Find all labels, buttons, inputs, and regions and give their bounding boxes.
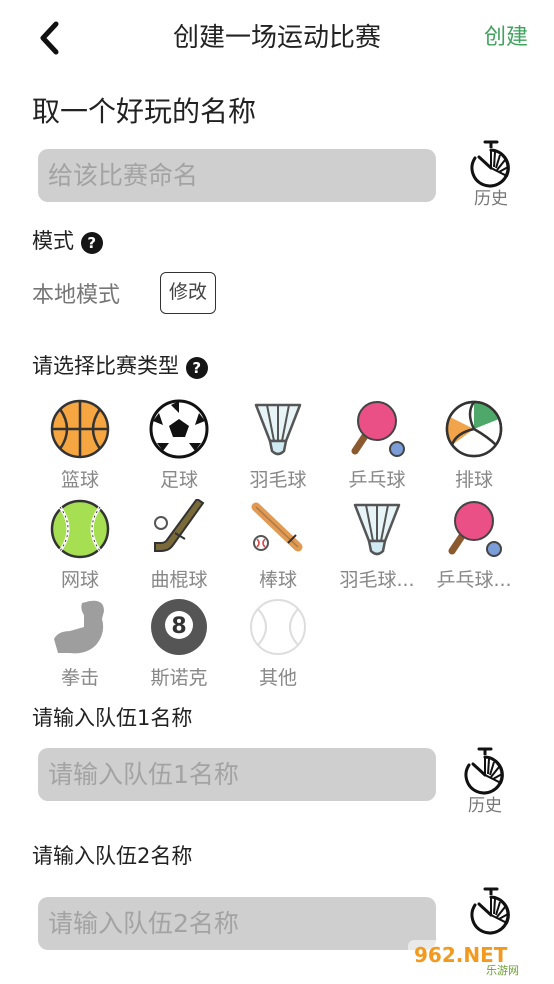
sport-label: 其他 bbox=[258, 667, 297, 689]
create-button[interactable]: 创建 bbox=[484, 20, 528, 56]
mode-label: 模式 ? bbox=[32, 226, 103, 256]
page-title: 创建一场运动比赛 bbox=[172, 23, 381, 53]
sport-soccer[interactable]: 足球 bbox=[129, 399, 229, 495]
other-ball-icon bbox=[250, 599, 306, 655]
team1-label: 请输入队伍1名称 bbox=[32, 706, 193, 730]
history-label: 历史 bbox=[474, 189, 508, 209]
sport-label: 篮球 bbox=[60, 469, 99, 491]
baseball-icon bbox=[251, 502, 303, 552]
mode-value: 本地模式 bbox=[32, 283, 121, 308]
stopwatch-icon bbox=[464, 747, 504, 795]
sport-label: 乒乓球 bbox=[348, 469, 406, 491]
sport-label: 棒球 bbox=[258, 569, 297, 591]
sport-label: 羽毛球... bbox=[339, 569, 415, 591]
volleyball-icon bbox=[445, 400, 503, 458]
match-name-input[interactable] bbox=[38, 149, 436, 202]
tennis-ball-icon bbox=[50, 499, 110, 559]
sport-volleyball[interactable]: 排球 bbox=[424, 399, 524, 495]
shuttlecock-icon bbox=[254, 403, 302, 456]
sport-label: 排球 bbox=[454, 469, 493, 491]
team1-history-button[interactable]: 历史 bbox=[455, 745, 515, 816]
ping-pong-icon bbox=[351, 401, 405, 457]
hockey-icon bbox=[154, 499, 205, 552]
name-heading: 取一个好玩的名称 bbox=[32, 95, 257, 128]
modify-mode-button[interactable]: 修改 bbox=[160, 272, 216, 314]
sport-label: 拳击 bbox=[60, 667, 99, 689]
shuttlecock-icon bbox=[353, 503, 401, 556]
sport-label: 曲棍球 bbox=[150, 569, 208, 591]
sport-label: 羽毛球 bbox=[249, 469, 307, 491]
billiard-ball-icon: 8 bbox=[151, 599, 207, 655]
boxing-arm-icon bbox=[54, 600, 104, 654]
sport-boxing[interactable]: 拳击 bbox=[30, 597, 130, 693]
type-label-text: 请选择比赛类型 bbox=[32, 354, 179, 378]
type-label: 请选择比赛类型 ? bbox=[32, 351, 208, 381]
sport-label: 斯诺克 bbox=[150, 667, 208, 689]
team2-label: 请输入队伍2名称 bbox=[32, 844, 193, 868]
soccer-ball-icon bbox=[149, 399, 209, 459]
watermark-logo: 962.NET 乐游网 bbox=[408, 938, 548, 978]
name-history-button[interactable]: 历史 bbox=[461, 138, 521, 209]
sport-pingpong-2[interactable]: 乒乓球... bbox=[424, 499, 524, 595]
team1-name-input[interactable] bbox=[38, 748, 436, 801]
team2-name-input[interactable] bbox=[38, 897, 436, 950]
stopwatch-icon bbox=[470, 887, 510, 935]
sport-pingpong[interactable]: 乒乓球 bbox=[327, 399, 427, 495]
history-label: 历史 bbox=[468, 796, 502, 816]
mode-label-text: 模式 bbox=[32, 229, 74, 253]
sport-hockey[interactable]: 曲棍球 bbox=[129, 499, 229, 595]
sport-snooker[interactable]: 8 斯诺克 bbox=[129, 597, 229, 693]
sport-label: 网球 bbox=[60, 569, 99, 591]
svg-text:8: 8 bbox=[171, 614, 186, 639]
ping-pong-icon bbox=[448, 501, 502, 557]
type-help-icon[interactable]: ? bbox=[185, 357, 208, 379]
basketball-icon bbox=[50, 399, 110, 459]
stopwatch-icon bbox=[470, 140, 510, 188]
watermark-subtext: 乐游网 bbox=[486, 964, 519, 977]
sport-badminton-2[interactable]: 羽毛球... bbox=[327, 499, 427, 595]
sport-tennis[interactable]: 网球 bbox=[30, 499, 130, 595]
sport-label: 足球 bbox=[159, 469, 198, 491]
sport-other[interactable]: 其他 bbox=[228, 597, 328, 693]
sport-basketball[interactable]: 篮球 bbox=[30, 399, 130, 495]
team2-history-button[interactable] bbox=[461, 885, 521, 935]
sport-baseball[interactable]: 棒球 bbox=[228, 499, 328, 595]
sport-label: 乒乓球... bbox=[436, 569, 512, 591]
sport-badminton[interactable]: 羽毛球 bbox=[228, 399, 328, 495]
mode-help-icon[interactable]: ? bbox=[80, 232, 103, 254]
